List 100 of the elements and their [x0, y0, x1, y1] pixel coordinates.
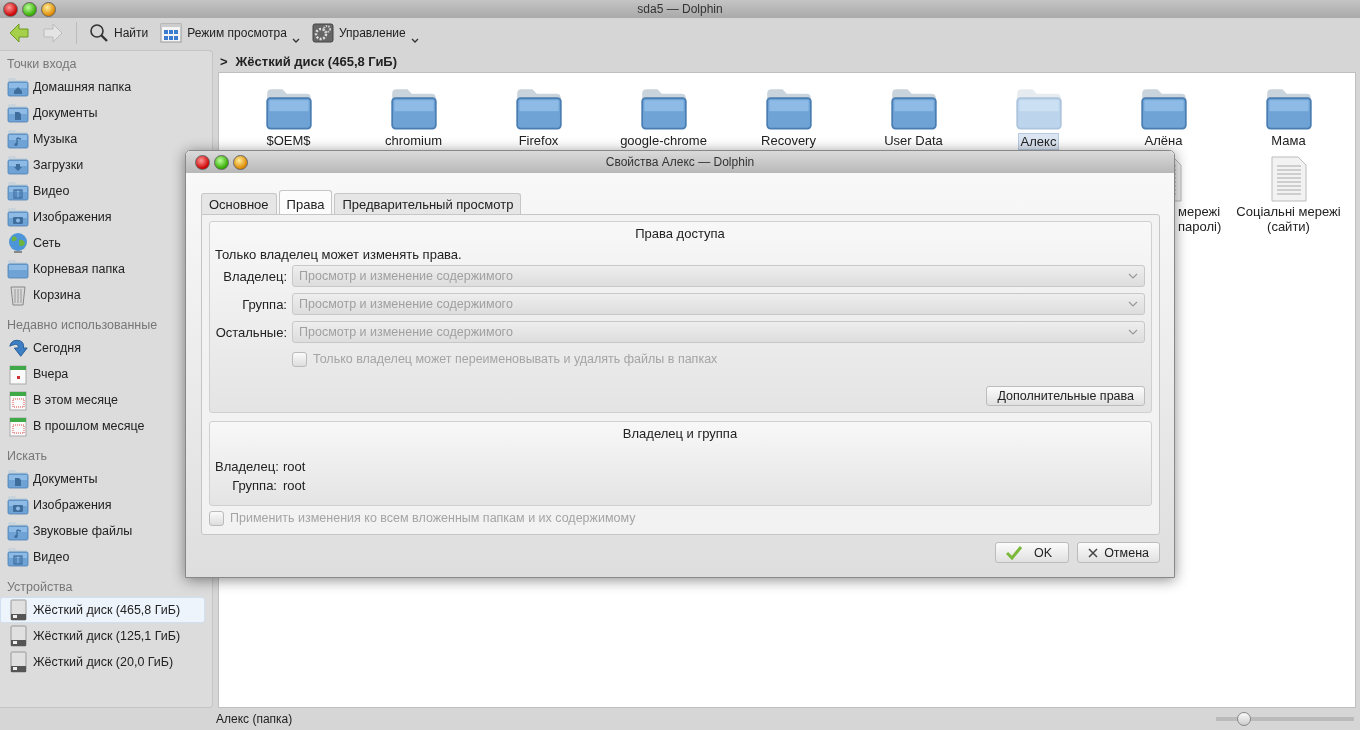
- toolbar-button[interactable]: Управление: [307, 21, 423, 45]
- section-title: Недавно использованные: [6, 317, 159, 334]
- group-title: Права доступа: [635, 226, 725, 241]
- search-icon: [89, 23, 109, 43]
- section-title: Устройства: [6, 579, 74, 596]
- tab[interactable]: Права: [278, 190, 333, 214]
- cancel-button[interactable]: Отмена: [1077, 542, 1160, 563]
- sidebar-item[interactable]: Домашняя папка: [0, 74, 205, 100]
- document-icon: [1269, 156, 1308, 202]
- dialog-title: Свойства Алекс — Dolphin: [605, 155, 755, 169]
- folder-icon: [264, 87, 313, 131]
- folder-icon: [639, 87, 688, 131]
- minimize-button[interactable]: [41, 1, 56, 17]
- calendar-icon: [8, 389, 28, 411]
- maximize-button[interactable]: [22, 1, 37, 17]
- field-label: Владелец:: [215, 459, 279, 474]
- toolbar-button[interactable]: Найти: [85, 21, 153, 45]
- advanced-permissions-button[interactable]: Дополнительные права: [986, 386, 1145, 406]
- close-button[interactable]: [195, 154, 210, 170]
- file-name[interactable]: google-chrome: [618, 133, 709, 148]
- camera-folder-icon: [7, 495, 29, 515]
- window-title: sda5 — Dolphin: [637, 2, 723, 16]
- field-label: Группа:: [232, 478, 277, 493]
- field-value: root: [283, 477, 306, 495]
- sidebar-item[interactable]: Звуковые файлы: [0, 518, 205, 544]
- group-title: Владелец и группа: [622, 426, 738, 441]
- calendar-icon: [8, 363, 28, 385]
- sidebar-item[interactable]: Корневая папка: [0, 256, 205, 282]
- file-name[interactable]: Мама: [1269, 133, 1308, 148]
- trash-icon: [8, 284, 28, 306]
- chevron-icon: [1128, 301, 1138, 307]
- file-name[interactable]: Алекс: [1017, 133, 1060, 150]
- field-label: Группа:: [242, 296, 287, 312]
- sidebar-item[interactable]: Документы: [0, 466, 205, 492]
- breadcrumb-item[interactable]: Жёсткий диск (465,8 ГиБ): [235, 53, 398, 69]
- sidebar-item[interactable]: Сеть: [0, 230, 205, 256]
- section-title: Точки входа: [6, 56, 78, 73]
- field-value: root: [283, 458, 306, 476]
- file-name[interactable]: Firefox: [516, 133, 561, 148]
- folder-icon: [514, 87, 563, 131]
- globe-icon: [7, 232, 29, 254]
- folder-icon: [889, 87, 938, 131]
- document-folder-icon: [7, 469, 29, 489]
- sidebar-item[interactable]: Музыка: [0, 126, 205, 152]
- folder-icon: [389, 87, 438, 131]
- info-text: Только владелец может изменять права.: [215, 247, 462, 262]
- breadcrumb-separator: >: [220, 53, 228, 69]
- file-name[interactable]: Алёна: [1142, 133, 1185, 148]
- sidebar-item[interactable]: Загрузки: [0, 152, 205, 178]
- close-icon: [1088, 547, 1099, 558]
- sidebar-item[interactable]: Жёсткий диск (465,8 ГиБ): [0, 597, 205, 623]
- music-folder-icon: [7, 129, 29, 149]
- file-name[interactable]: $OEM$: [264, 133, 313, 148]
- file-name[interactable]: Recovery: [759, 133, 818, 148]
- calendar-icon: [8, 415, 28, 437]
- check-icon: [1006, 545, 1023, 560]
- folder-icon: [1264, 87, 1313, 131]
- chevron-icon: [1128, 329, 1138, 335]
- tab[interactable]: Основное: [201, 193, 277, 214]
- maximize-button[interactable]: [214, 154, 229, 170]
- sidebar-item[interactable]: Видео: [0, 544, 205, 570]
- film-folder-icon: [7, 547, 29, 567]
- download-folder-icon: [7, 155, 29, 175]
- document-folder-icon: [7, 103, 29, 123]
- sidebar-item[interactable]: Документы: [0, 100, 205, 126]
- file-name[interactable]: мережі паролі): [1176, 204, 1226, 234]
- gear-icon: [311, 23, 334, 43]
- sidebar-item[interactable]: Сегодня: [0, 335, 205, 361]
- sidebar-item[interactable]: Жёсткий диск (20,0 ГиБ): [0, 649, 205, 675]
- sidebar-item[interactable]: Вчера: [0, 361, 205, 387]
- file-name[interactable]: Соціальні мережі (сайти): [1226, 204, 1351, 234]
- sidebar-item[interactable]: Жёсткий диск (125,1 ГиБ): [0, 623, 205, 649]
- sidebar-item[interactable]: В этом месяце: [0, 387, 205, 413]
- file-name[interactable]: User Data: [882, 133, 945, 148]
- folder-icon: [764, 87, 813, 131]
- icon-grid-icon: [160, 23, 183, 43]
- section-title: Искать: [6, 448, 48, 465]
- folder-icon: [1014, 87, 1063, 131]
- minimize-button[interactable]: [233, 154, 248, 170]
- home-folder-icon: [7, 77, 29, 97]
- sidebar-item[interactable]: В прошлом месяце: [0, 413, 205, 439]
- camera-folder-icon: [7, 207, 29, 227]
- music-folder-icon: [7, 521, 29, 541]
- field-label: Владелец:: [223, 268, 287, 284]
- sidebar-item[interactable]: Изображения: [0, 492, 205, 518]
- close-button[interactable]: [3, 1, 18, 17]
- checkbox-label: Только владелец может переименовывать и удалять файлы в папках: [313, 352, 718, 366]
- slider-thumb[interactable]: [1236, 712, 1251, 726]
- film-folder-icon: [7, 181, 29, 201]
- tab[interactable]: Предварительный просмотр: [334, 193, 522, 214]
- toolbar-button[interactable]: Режим просмотра: [156, 21, 304, 45]
- chevron-icon: [1128, 273, 1138, 279]
- checkbox-label: Применить изменения ко всем вложенным папкам и их содержимому: [230, 511, 636, 525]
- ok-button[interactable]: OK: [995, 542, 1070, 563]
- status-text: Алекс (папка): [216, 712, 293, 726]
- sidebar-item[interactable]: Корзина: [0, 282, 205, 308]
- folder-icon: [7, 259, 29, 279]
- file-name[interactable]: chromium: [382, 133, 445, 148]
- folder-icon: [1139, 87, 1188, 131]
- field-label: Остальные:: [215, 324, 287, 340]
